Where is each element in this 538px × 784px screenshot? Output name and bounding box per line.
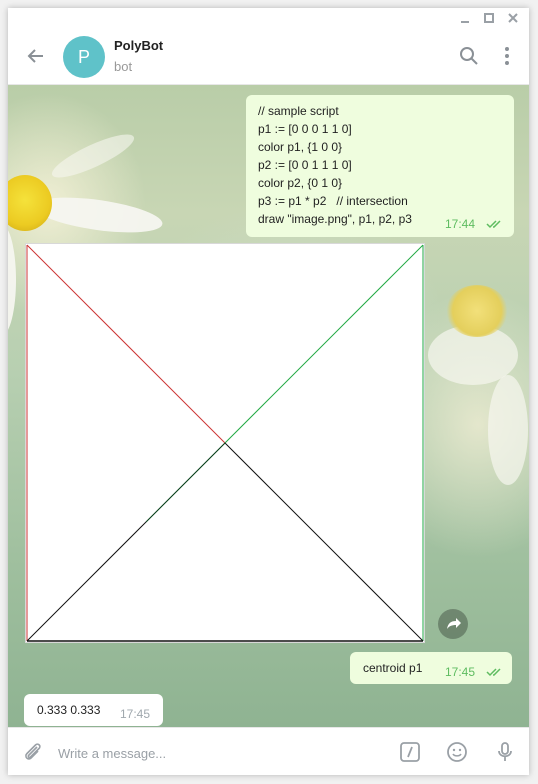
message-line: p2 := [0 0 1 1 1 0]: [258, 158, 352, 172]
background-flower: [8, 175, 52, 231]
message-time: 17:45: [445, 665, 476, 679]
polygon-drawing: [26, 244, 424, 642]
message-input-bar: [8, 727, 529, 775]
message-line: // sample script: [258, 104, 339, 118]
close-icon[interactable]: [505, 10, 521, 26]
share-icon[interactable]: [438, 609, 468, 639]
message-input[interactable]: [56, 740, 380, 766]
message-text: centroid p1: [363, 661, 423, 675]
more-vertical-icon[interactable]: [497, 46, 517, 66]
avatar[interactable]: P: [63, 36, 105, 78]
message-line: p3 := p1 * p2 // intersection: [258, 194, 408, 208]
message-bubble-outgoing[interactable]: // sample script p1 := [0 0 0 1 1 0] col…: [246, 95, 514, 237]
emoji-icon[interactable]: [446, 741, 468, 763]
search-icon[interactable]: [459, 46, 479, 66]
microphone-icon[interactable]: [494, 741, 516, 763]
chat-area[interactable]: // sample script p1 := [0 0 0 1 1 0] col…: [8, 85, 529, 727]
background-flower: [446, 285, 508, 337]
read-check-icon: [486, 668, 501, 677]
message-time: 17:45: [120, 707, 151, 721]
message-bubble-outgoing[interactable]: centroid p1 17:45: [350, 652, 512, 684]
read-check-icon: [486, 220, 501, 229]
attach-icon[interactable]: [22, 741, 44, 763]
background-petal: [8, 225, 16, 335]
chat-title[interactable]: PolyBot: [114, 38, 163, 53]
minimize-icon[interactable]: [457, 10, 473, 26]
message-line: color p2, {0 1 0}: [258, 176, 343, 190]
message-bubble-incoming[interactable]: 0.333 0.333 17:45: [24, 694, 163, 726]
telegram-window: P PolyBot bot // sample script p1 := [0 …: [8, 8, 529, 775]
image-message[interactable]: [25, 243, 425, 643]
bot-command-icon[interactable]: [399, 741, 421, 763]
message-line: draw "image.png", p1, p2, p3: [258, 212, 412, 226]
message-line: p1 := [0 0 0 1 1 0]: [258, 122, 352, 136]
message-line: color p1, {1 0 0}: [258, 140, 343, 154]
title-bar: [8, 8, 529, 28]
maximize-icon[interactable]: [481, 10, 497, 26]
background-petal: [488, 375, 528, 485]
chat-subtitle: bot: [114, 59, 133, 74]
background-petal: [47, 127, 139, 185]
message-time: 17:44: [445, 217, 476, 231]
chat-header: P PolyBot bot: [8, 28, 529, 85]
message-text: 0.333 0.333: [37, 703, 101, 717]
back-arrow-icon[interactable]: [26, 46, 46, 66]
